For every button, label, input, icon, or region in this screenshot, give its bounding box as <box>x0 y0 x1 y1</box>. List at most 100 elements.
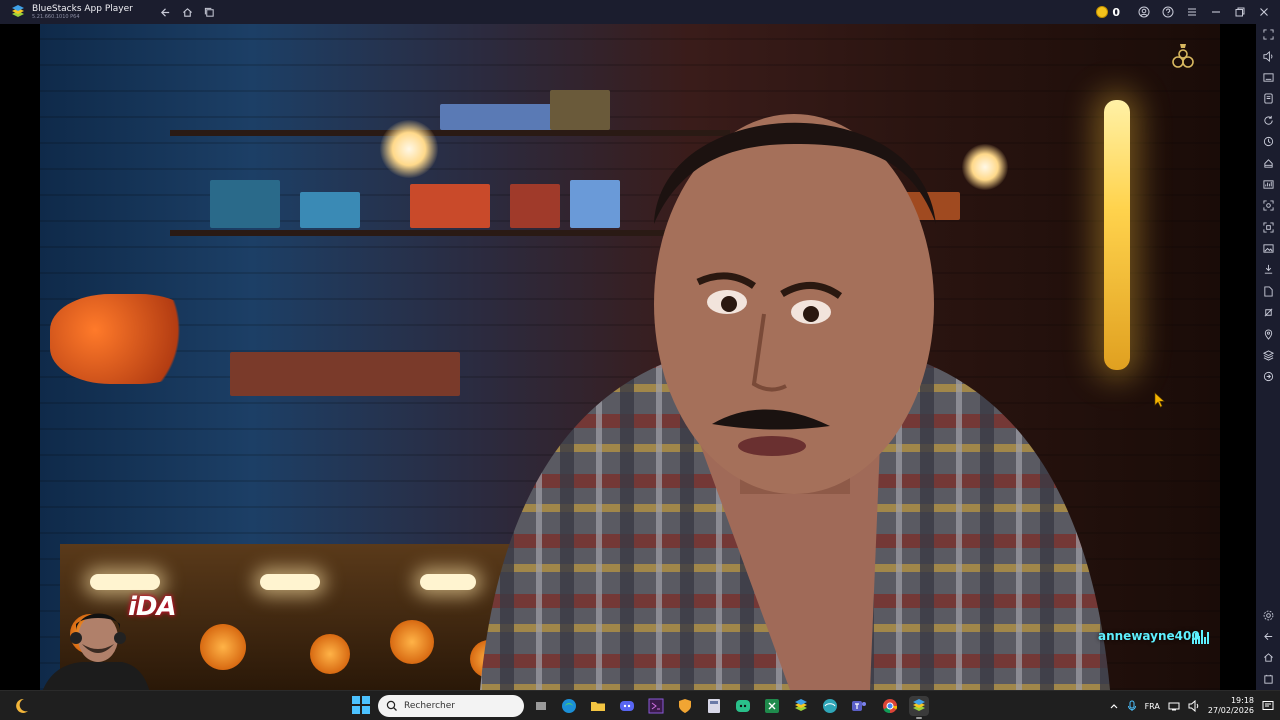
keyboard-button[interactable] <box>1256 67 1280 88</box>
app-title-text: BlueStacks App Player <box>32 3 133 14</box>
install-apk-button[interactable] <box>1256 259 1280 280</box>
refresh-icon <box>1263 372 1273 382</box>
clock[interactable]: 19:18 27/02/2026 <box>1208 696 1254 715</box>
left-letterbox <box>0 24 40 690</box>
taskbar-search[interactable]: Rechercher <box>378 695 524 717</box>
search-icon <box>386 700 397 711</box>
video-player[interactable]: iDA annewayne400 <box>40 24 1220 690</box>
sync-button[interactable] <box>1256 131 1280 152</box>
calculator-icon <box>708 699 720 713</box>
help-button[interactable] <box>1158 2 1178 22</box>
account-icon <box>1138 6 1150 18</box>
gamepad-icon <box>1263 93 1273 104</box>
taskbar-discord[interactable] <box>617 696 637 716</box>
notification-icon[interactable] <box>1262 700 1274 712</box>
windows-taskbar: Rechercher FRA 19:18 27/02/2026 <box>0 690 1280 720</box>
language-indicator[interactable]: FRA <box>1145 702 1160 711</box>
files-button[interactable] <box>1256 281 1280 302</box>
mouse-cursor-icon <box>1154 392 1165 408</box>
taskbar-excel[interactable] <box>762 696 782 716</box>
clock-time: 19:18 <box>1230 696 1254 706</box>
media-folder-button[interactable] <box>1256 238 1280 259</box>
volume-icon <box>1262 50 1272 62</box>
taskbar-browser[interactable] <box>820 696 840 716</box>
speaker-icon[interactable] <box>1188 700 1200 712</box>
taskbar-calculator[interactable] <box>704 696 724 716</box>
account-button[interactable] <box>1134 2 1154 22</box>
restore-icon <box>1235 7 1245 17</box>
restore-button[interactable] <box>1230 2 1250 22</box>
home-icon <box>1263 653 1273 663</box>
taskbar-task-view[interactable] <box>531 696 551 716</box>
taskbar-edge[interactable] <box>559 696 579 716</box>
performance-button[interactable] <box>1256 174 1280 195</box>
clock-date: 27/02/2026 <box>1207 706 1254 715</box>
menu-button[interactable] <box>1182 2 1202 22</box>
visual-studio-icon <box>648 698 664 714</box>
excel-icon <box>765 699 779 713</box>
settings-button[interactable] <box>1256 604 1280 625</box>
chat-icon <box>736 700 750 712</box>
record-icon <box>1262 222 1274 233</box>
bluestacks-icon <box>913 699 925 711</box>
screenshot-icon <box>1262 200 1274 211</box>
browser-icon <box>823 699 837 713</box>
taskbar-visual-studio[interactable] <box>646 696 666 716</box>
home-button[interactable] <box>179 3 197 21</box>
coin-counter[interactable]: 0 <box>1096 6 1120 19</box>
home-icon <box>183 7 193 17</box>
chevron-up-icon[interactable] <box>1109 701 1119 711</box>
eco-mode-button[interactable] <box>1256 302 1280 323</box>
shelf-product <box>300 192 360 228</box>
android-back-button[interactable] <box>1256 626 1280 647</box>
layers-icon <box>1262 350 1274 361</box>
files-icon <box>1263 286 1273 297</box>
taskbar-bluestacks[interactable] <box>909 696 929 719</box>
fullscreen-icon <box>1262 29 1274 40</box>
screenshot-button[interactable] <box>1256 195 1280 216</box>
taskbar-chat-app[interactable] <box>733 696 753 716</box>
android-home-button[interactable] <box>1256 647 1280 668</box>
search-placeholder: Rechercher <box>404 701 455 711</box>
teams-icon <box>852 701 866 711</box>
taskbar-security-app[interactable] <box>675 696 695 716</box>
shield-icon <box>679 699 691 713</box>
gamepad-button[interactable] <box>1256 88 1280 109</box>
bluestacks-side-toolbar <box>1256 24 1280 690</box>
menu-icon <box>1188 8 1196 16</box>
taskbar-chrome[interactable] <box>880 696 900 716</box>
recent-apps-button[interactable] <box>1256 669 1280 690</box>
location-button[interactable] <box>1256 323 1280 344</box>
weather-moon-icon[interactable] <box>12 697 30 715</box>
eco-mode-icon <box>1264 308 1272 317</box>
recent-apps-icon <box>1263 674 1273 684</box>
bluestacks-logo-icon <box>12 5 24 17</box>
bluestacks-multi-icon <box>795 699 807 711</box>
volume-button[interactable] <box>1256 45 1280 66</box>
network-icon[interactable] <box>1168 700 1180 712</box>
multi-instance-button[interactable] <box>201 3 219 21</box>
username-overlay: annewayne400 <box>1098 629 1200 643</box>
edge-icon <box>562 699 576 713</box>
macro-button[interactable] <box>1256 152 1280 173</box>
taskbar-file-explorer[interactable] <box>588 696 608 716</box>
refresh-button[interactable] <box>1256 366 1280 387</box>
app-version-text: 5.21.660.1010 P64 <box>32 13 80 20</box>
back-button[interactable] <box>157 3 175 21</box>
rotate-button[interactable] <box>1256 110 1280 131</box>
fullscreen-button[interactable] <box>1256 24 1280 45</box>
layers-button[interactable] <box>1256 345 1280 366</box>
sync-icon <box>1263 137 1273 147</box>
start-button[interactable] <box>352 696 370 714</box>
help-icon <box>1162 6 1174 18</box>
microphone-icon[interactable] <box>1127 700 1137 712</box>
rotate-icon <box>1263 115 1273 125</box>
taskbar-teams[interactable] <box>849 696 869 716</box>
coin-icon <box>1096 6 1109 18</box>
channel-watermark-icon <box>1172 44 1194 68</box>
shelf-product <box>210 180 280 228</box>
record-button[interactable] <box>1256 217 1280 238</box>
minimize-button[interactable] <box>1206 2 1226 22</box>
taskbar-bluestacks-multi[interactable] <box>791 696 811 716</box>
close-button[interactable] <box>1254 2 1274 22</box>
